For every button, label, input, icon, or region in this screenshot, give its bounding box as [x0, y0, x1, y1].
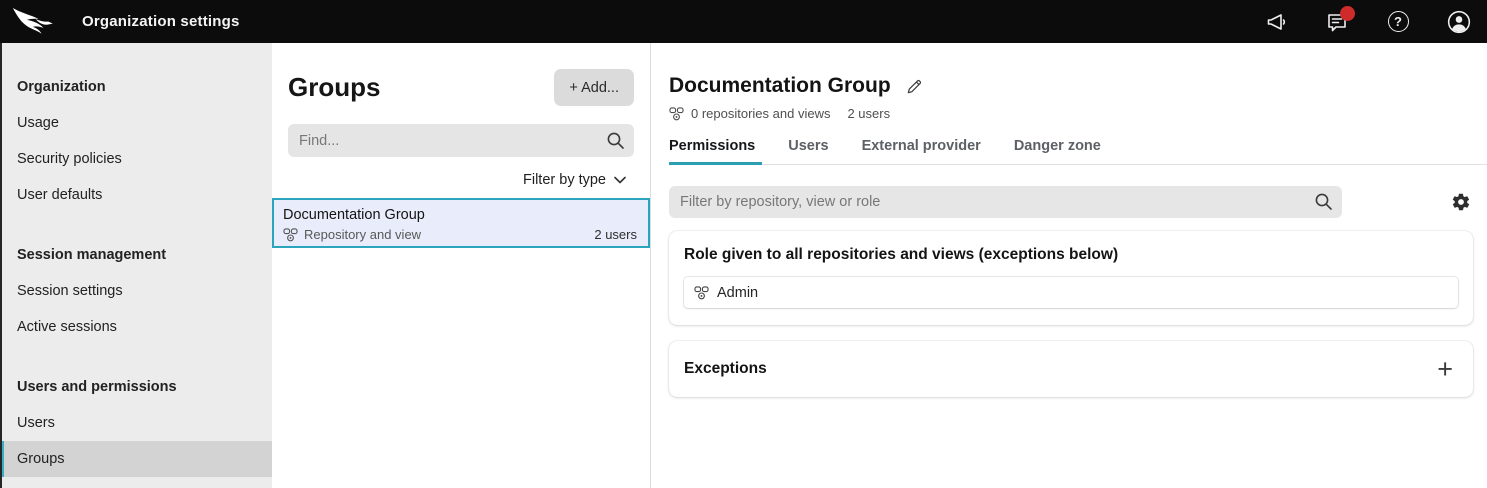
role-card: Role given to all repositories and views…	[669, 231, 1473, 325]
feedback-icon[interactable]	[1325, 10, 1349, 34]
find-group-input[interactable]	[288, 124, 634, 157]
group-type-label: Repository and view	[304, 227, 421, 242]
search-icon	[606, 131, 625, 150]
group-list-item[interactable]: Documentation Group Repository and view …	[272, 198, 650, 248]
groups-panel-title: Groups	[288, 72, 380, 103]
edit-pencil-icon[interactable]	[906, 78, 923, 95]
group-name: Documentation Group	[283, 207, 637, 223]
sidebar-item-security-policies[interactable]: Security policies	[0, 141, 272, 177]
add-group-button[interactable]: + Add...	[554, 69, 634, 106]
group-type-icon	[669, 107, 684, 121]
permissions-filter-input[interactable]	[669, 186, 1342, 218]
tab-external-provider[interactable]: External provider	[862, 138, 988, 164]
sidebar-item-usage[interactable]: Usage	[0, 105, 272, 141]
sidebar-section-users-permissions: Users and permissions	[0, 369, 272, 405]
filter-by-type-dropdown[interactable]: Filter by type	[288, 172, 634, 188]
notification-dot	[1340, 6, 1355, 21]
group-type-icon	[283, 228, 298, 242]
add-exception-button[interactable]: +	[1437, 359, 1453, 379]
meta-users: 2 users	[847, 106, 890, 121]
tab-users[interactable]: Users	[788, 138, 835, 164]
sidebar-item-user-defaults[interactable]: User defaults	[0, 177, 272, 213]
exceptions-card: Exceptions +	[669, 341, 1473, 397]
role-name: Admin	[717, 285, 758, 301]
app-title: Organization settings	[82, 13, 240, 30]
chevron-down-icon	[614, 176, 626, 184]
gear-icon[interactable]	[1451, 192, 1471, 212]
sidebar-item-active-sessions[interactable]: Active sessions	[0, 309, 272, 345]
meta-repositories: 0 repositories and views	[691, 106, 830, 121]
collapsed-rail	[0, 43, 2, 488]
settings-sidebar: Organization Usage Security policies Use…	[0, 43, 272, 488]
role-icon	[694, 286, 709, 300]
exceptions-title: Exceptions	[684, 360, 767, 378]
sidebar-item-session-settings[interactable]: Session settings	[0, 273, 272, 309]
tab-danger-zone[interactable]: Danger zone	[1014, 138, 1108, 164]
sidebar-item-groups[interactable]: Groups	[0, 441, 272, 477]
topbar: Organization settings ?	[0, 0, 1487, 43]
sidebar-section-organization: Organization	[0, 69, 272, 105]
role-card-title: Role given to all repositories and views…	[684, 246, 1458, 264]
sidebar-section-session-management: Session management	[0, 237, 272, 273]
detail-tabs: Permissions Users External provider Dang…	[669, 138, 1487, 165]
tab-permissions[interactable]: Permissions	[669, 138, 762, 165]
search-icon	[1314, 192, 1333, 211]
group-users-count: 2 users	[594, 227, 637, 242]
role-selector[interactable]: Admin	[684, 277, 1458, 308]
account-icon[interactable]	[1447, 10, 1471, 34]
groups-panel: Groups + Add... Filter by type Documenta…	[272, 43, 651, 488]
crowdstrike-logo-icon[interactable]	[12, 6, 58, 38]
megaphone-icon[interactable]	[1264, 10, 1288, 34]
help-icon[interactable]: ?	[1386, 10, 1410, 34]
group-detail-title: Documentation Group	[669, 74, 891, 98]
sidebar-item-users[interactable]: Users	[0, 405, 272, 441]
group-detail-panel: Documentation Group 0 repositories and v…	[652, 43, 1487, 488]
